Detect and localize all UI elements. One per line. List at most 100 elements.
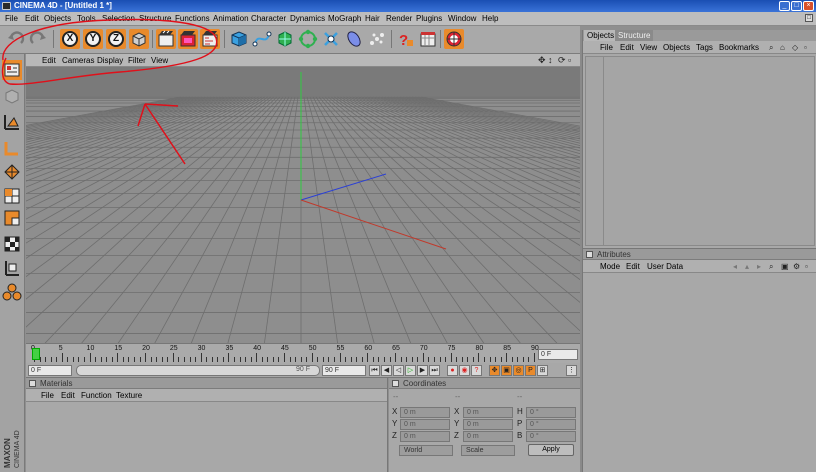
forward-icon[interactable]: ▸ <box>757 262 761 271</box>
spline-pen-icon[interactable] <box>252 29 272 49</box>
rotation-b-field[interactable]: 0 ° <box>526 431 576 442</box>
objects-menu-bookmarks[interactable]: Bookmarks <box>719 43 759 52</box>
step-forward-icon[interactable]: ▶ <box>417 365 428 376</box>
view-toggle-icon[interactable]: ◇ <box>792 43 798 52</box>
objects-menu-tags[interactable]: Tags <box>696 43 713 52</box>
key-point-level-icon[interactable]: ⊞ <box>537 365 548 376</box>
tab-structure[interactable]: Structure <box>615 30 654 41</box>
materials-menu-edit[interactable]: Edit <box>61 391 75 400</box>
search-icon[interactable]: ⌕ <box>769 262 773 272</box>
objects-menu-objects[interactable]: Objects <box>663 43 690 52</box>
key-rotation-icon[interactable]: ◎ <box>513 365 524 376</box>
rotation-p-field[interactable]: 0 ° <box>526 419 576 430</box>
object-list[interactable] <box>585 56 815 246</box>
undo-icon[interactable] <box>6 29 26 49</box>
autokey-icon[interactable]: ◉ <box>459 365 470 376</box>
rotation-h-field[interactable]: 0 ° <box>526 407 576 418</box>
edges-mode-icon[interactable] <box>2 138 22 158</box>
size-mode-dropdown[interactable]: Scale <box>461 445 515 456</box>
materials-menu-texture[interactable]: Texture <box>116 391 142 400</box>
menu-functions[interactable]: Functions <box>175 14 210 23</box>
model-mode-icon[interactable] <box>2 60 22 80</box>
viewport-menu-filter[interactable]: Filter <box>128 56 146 65</box>
menu-render[interactable]: Render <box>386 14 412 23</box>
tab-objects[interactable]: Objects <box>584 30 618 41</box>
current-frame-field[interactable]: 0 F <box>538 349 578 360</box>
camera-target-icon[interactable] <box>444 29 464 49</box>
go-to-start-icon[interactable]: ⏮ <box>369 365 380 376</box>
menu-dynamics[interactable]: Dynamics <box>290 14 325 23</box>
deformer-icon[interactable] <box>321 29 341 49</box>
timeline-options-icon[interactable]: ⋮ <box>566 365 577 376</box>
key-scale-icon[interactable]: ▣ <box>501 365 512 376</box>
maximize-button[interactable]: □ <box>791 1 802 11</box>
viewport-menu-view[interactable]: View <box>151 56 168 65</box>
viewport-menu-cameras[interactable]: Cameras <box>62 56 94 65</box>
materials-menu-function[interactable]: Function <box>81 391 112 400</box>
end-frame-field[interactable]: 90 F <box>322 365 366 376</box>
keyframe-help-icon[interactable]: ? <box>471 365 482 376</box>
render-picture-viewer-icon[interactable] <box>178 29 198 49</box>
minimize-button[interactable]: _ <box>779 1 790 11</box>
menu-selection[interactable]: Selection <box>102 14 135 23</box>
coordinate-system-icon[interactable] <box>129 29 149 49</box>
menu-file[interactable]: File <box>5 14 18 23</box>
3d-viewport[interactable] <box>26 67 580 343</box>
render-view-icon[interactable] <box>156 29 176 49</box>
x-axis-lock-icon[interactable]: X <box>60 29 80 49</box>
panel-toggle-icon[interactable] <box>392 380 399 387</box>
record-keys-icon[interactable]: ● <box>447 365 458 376</box>
scene-icon[interactable] <box>418 29 438 49</box>
attributes-menu-user-data[interactable]: User Data <box>647 262 683 271</box>
timeline-ruler[interactable]: 051015202530354045505560657075808590 0 F <box>26 343 580 363</box>
uv-polygons-icon[interactable] <box>2 208 22 228</box>
viewport-menu-display[interactable]: Display <box>97 56 123 65</box>
menu-character[interactable]: Character <box>251 14 286 23</box>
position-y-field[interactable]: 0 m <box>400 419 450 430</box>
key-parameter-icon[interactable]: P <box>525 365 536 376</box>
start-frame-field[interactable]: 0 F <box>28 365 72 376</box>
attributes-menu-edit[interactable]: Edit <box>626 262 640 271</box>
back-icon[interactable]: ◂ <box>733 262 737 271</box>
panel-toggle-icon[interactable] <box>586 251 593 258</box>
z-axis-lock-icon[interactable]: Z <box>106 29 126 49</box>
coordinate-system-dropdown[interactable]: World <box>399 445 453 456</box>
attributes-menu-mode[interactable]: Mode <box>600 262 620 271</box>
menu-hair[interactable]: Hair <box>365 14 380 23</box>
play-backward-icon[interactable]: ◁ <box>393 365 404 376</box>
materials-menu-file[interactable]: File <box>41 391 54 400</box>
zoom-view-icon[interactable]: ↕ <box>548 55 553 65</box>
menu-tools[interactable]: Tools <box>77 14 96 23</box>
apply-button[interactable]: Apply <box>528 444 574 456</box>
layout-restore-icon[interactable]: □ <box>805 14 813 22</box>
move-view-icon[interactable]: ✥ <box>538 55 546 66</box>
array-icon[interactable] <box>298 29 318 49</box>
current-frame-marker[interactable] <box>32 348 40 360</box>
redo-icon[interactable] <box>28 29 48 49</box>
close-button[interactable]: × <box>803 1 814 11</box>
tweak-mode-icon[interactable] <box>2 282 22 302</box>
home-icon[interactable]: ⌂ <box>780 43 785 52</box>
axis-mode-icon[interactable] <box>2 258 22 278</box>
menu-objects[interactable]: Objects <box>44 14 71 23</box>
uv-points-icon[interactable] <box>2 186 22 206</box>
settings-icon[interactable]: ⚙ <box>793 262 800 271</box>
menu-mograph[interactable]: MoGraph <box>328 14 361 23</box>
step-back-icon[interactable]: ◀ <box>381 365 392 376</box>
polygons-mode-icon[interactable] <box>2 162 22 182</box>
size-x-field[interactable]: 0 m <box>463 407 513 418</box>
size-y-field[interactable]: 0 m <box>463 419 513 430</box>
y-axis-lock-icon[interactable]: Y <box>83 29 103 49</box>
object-mode-icon[interactable] <box>2 86 22 106</box>
up-icon[interactable]: ▴ <box>745 262 749 271</box>
go-to-end-icon[interactable]: ⏭ <box>429 365 440 376</box>
new-view-icon[interactable]: ▫ <box>805 262 808 271</box>
help-icon[interactable]: ? <box>395 29 415 49</box>
position-x-field[interactable]: 0 m <box>400 407 450 418</box>
preview-range-slider[interactable] <box>76 365 320 376</box>
size-z-field[interactable]: 0 m <box>463 431 513 442</box>
menu-structure[interactable]: Structure <box>139 14 171 23</box>
render-settings-icon[interactable] <box>200 29 220 49</box>
particle-icon[interactable] <box>367 29 387 49</box>
key-position-icon[interactable]: ✥ <box>489 365 500 376</box>
